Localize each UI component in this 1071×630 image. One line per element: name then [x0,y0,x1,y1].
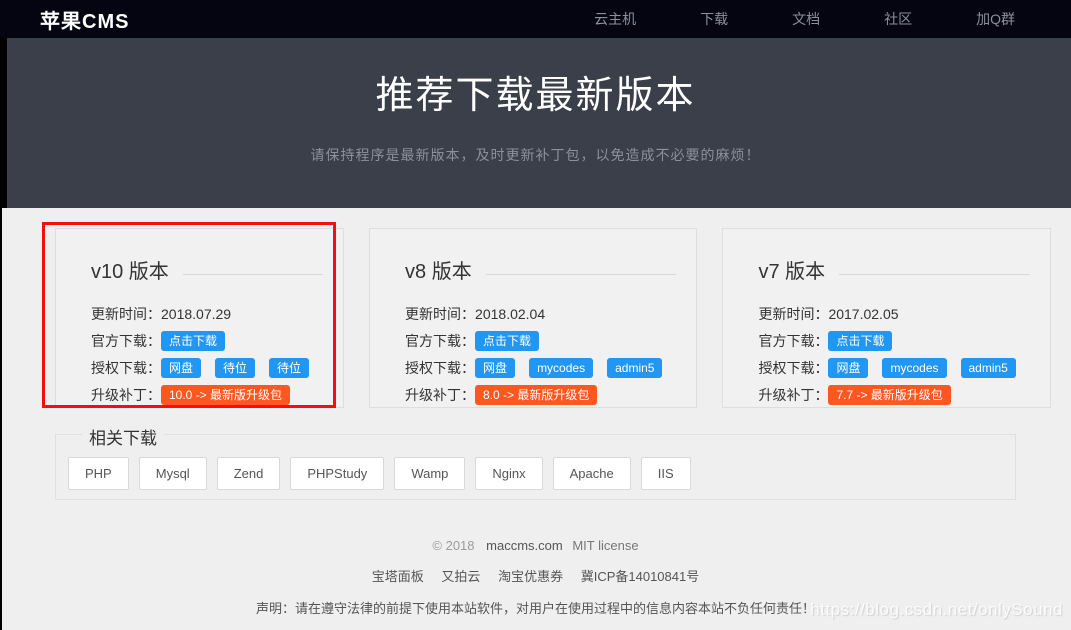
update-time-label: 更新时间： [91,304,161,324]
upgrade-patch-button[interactable]: 10.0 -> 最新版升级包 [161,385,290,405]
official-download-label: 官方下载： [758,331,828,351]
version-card-v7: v7 版本 更新时间： 2017.02.05 官方下载： 点击下载 授权下载： … [722,228,1050,408]
auth-download-button[interactable]: 网盘 [475,358,515,378]
auth-download-button[interactable]: mycodes [882,358,946,378]
upgrade-patch-button[interactable]: 7.7 -> 最新版升级包 [828,385,950,405]
nav-item-download[interactable]: 下载 [700,9,728,29]
auth-download-row: 授权下载： 网盘 待位 待位 [91,354,323,381]
official-download-row: 官方下载： 点击下载 [405,327,676,354]
nav-item-cloud-host[interactable]: 云主机 [594,9,636,29]
page-title: 推荐下载最新版本 [0,38,1071,119]
footer-link-upyun[interactable]: 又拍云 [441,569,480,584]
auth-download-row: 授权下载： 网盘 mycodes admin5 [758,354,1029,381]
version-card-v8: v8 版本 更新时间： 2018.02.04 官方下载： 点击下载 授权下载： … [369,228,697,408]
nav-item-docs[interactable]: 文档 [792,9,820,29]
icp-number[interactable]: 冀ICP备14010841号 [581,569,700,584]
upgrade-patch-row: 升级补丁： 10.0 -> 最新版升级包 [91,381,323,408]
related-btn-iis[interactable]: IIS [641,457,691,490]
auth-download-button[interactable]: 待位 [269,358,309,378]
related-btn-php[interactable]: PHP [68,457,129,490]
footer-link-taobao[interactable]: 淘宝优惠券 [498,569,563,584]
auth-download-label: 授权下载： [758,358,828,378]
official-download-button[interactable]: 点击下载 [828,331,892,351]
disclaimer-text: 声明：请在遵守法律的前提下使用本站软件，对用户在使用过程中的信息内容本站不负任何… [0,598,1071,617]
related-btn-mysql[interactable]: Mysql [139,457,207,490]
update-time-label: 更新时间： [405,304,475,324]
related-btn-wamp[interactable]: Wamp [394,457,465,490]
nav-item-qq-group[interactable]: 加Q群 [976,9,1015,29]
site-link[interactable]: maccms.com [486,538,563,553]
update-time-row: 更新时间： 2017.02.05 [758,300,1029,327]
site-logo[interactable]: 苹果CMS [40,5,129,34]
card-title: v7 版本 [758,255,825,284]
title-divider [839,274,1030,275]
page-subtitle: 请保持程序是最新版本，及时更新补丁包，以免造成不必要的麻烦！ [0,145,1071,165]
upgrade-patch-row: 升级补丁： 8.0 -> 最新版升级包 [405,381,676,408]
update-time-row: 更新时间： 2018.07.29 [91,300,323,327]
auth-download-label: 授权下载： [91,358,161,378]
related-downloads-panel: 相关下载 PHP Mysql Zend PHPStudy Wamp Nginx … [55,434,1016,500]
official-download-button[interactable]: 点击下载 [475,331,539,351]
copyright-text: © 2018 [432,538,474,553]
update-time-value: 2018.07.29 [161,306,231,322]
related-btn-phpstudy[interactable]: PHPStudy [290,457,384,490]
footer-link-baota[interactable]: 宝塔面板 [372,569,424,584]
version-card-v10: v10 版本 更新时间： 2018.07.29 官方下载： 点击下载 授权下载：… [55,228,344,408]
update-time-value: 2018.02.04 [475,306,545,322]
upgrade-patch-label: 升级补丁： [405,385,475,405]
official-download-label: 官方下载： [405,331,475,351]
update-time-label: 更新时间： [758,304,828,324]
nav-item-community[interactable]: 社区 [884,9,912,29]
auth-download-button[interactable]: admin5 [961,358,1016,378]
official-download-row: 官方下载： 点击下载 [91,327,323,354]
upgrade-patch-label: 升级补丁： [91,385,161,405]
update-time-row: 更新时间： 2018.02.04 [405,300,676,327]
title-divider [486,274,677,275]
license-text: MIT license [572,538,638,553]
card-title: v10 版本 [91,255,169,284]
related-btn-nginx[interactable]: Nginx [475,457,542,490]
card-title: v8 版本 [405,255,472,284]
footer: © 2018 maccms.com MIT license 宝塔面板 又拍云 淘… [0,538,1071,617]
copyright-line: © 2018 maccms.com MIT license [0,538,1071,553]
auth-download-button[interactable]: 网盘 [161,358,201,378]
auth-download-row: 授权下载： 网盘 mycodes admin5 [405,354,676,381]
official-download-label: 官方下载： [91,331,161,351]
auth-download-button[interactable]: admin5 [607,358,662,378]
upgrade-patch-label: 升级补丁： [758,385,828,405]
official-download-row: 官方下载： 点击下载 [758,327,1029,354]
auth-download-button[interactable]: 网盘 [828,358,868,378]
version-cards-row: v10 版本 更新时间： 2018.07.29 官方下载： 点击下载 授权下载：… [0,228,1071,408]
related-buttons-row: PHP Mysql Zend PHPStudy Wamp Nginx Apach… [68,457,1003,490]
hero-banner: 推荐下载最新版本 请保持程序是最新版本，及时更新补丁包，以免造成不必要的麻烦！ [0,38,1071,208]
related-downloads-title: 相关下载 [82,424,164,449]
upgrade-patch-row: 升级补丁： 7.7 -> 最新版升级包 [758,381,1029,408]
footer-links-line: 宝塔面板 又拍云 淘宝优惠券 冀ICP备14010841号 [0,566,1071,585]
auth-download-button[interactable]: mycodes [529,358,593,378]
auth-download-label: 授权下载： [405,358,475,378]
screen-edge-artifact [0,38,7,208]
upgrade-patch-button[interactable]: 8.0 -> 最新版升级包 [475,385,597,405]
top-navbar: 苹果CMS 云主机 下载 文档 社区 加Q群 [0,0,1071,38]
title-divider [183,274,323,275]
nav-links: 云主机 下载 文档 社区 加Q群 [594,9,1015,29]
official-download-button[interactable]: 点击下载 [161,331,225,351]
auth-download-button[interactable]: 待位 [215,358,255,378]
update-time-value: 2017.02.05 [828,306,898,322]
related-btn-zend[interactable]: Zend [217,457,281,490]
related-btn-apache[interactable]: Apache [553,457,631,490]
screen-edge-artifact [0,208,2,630]
